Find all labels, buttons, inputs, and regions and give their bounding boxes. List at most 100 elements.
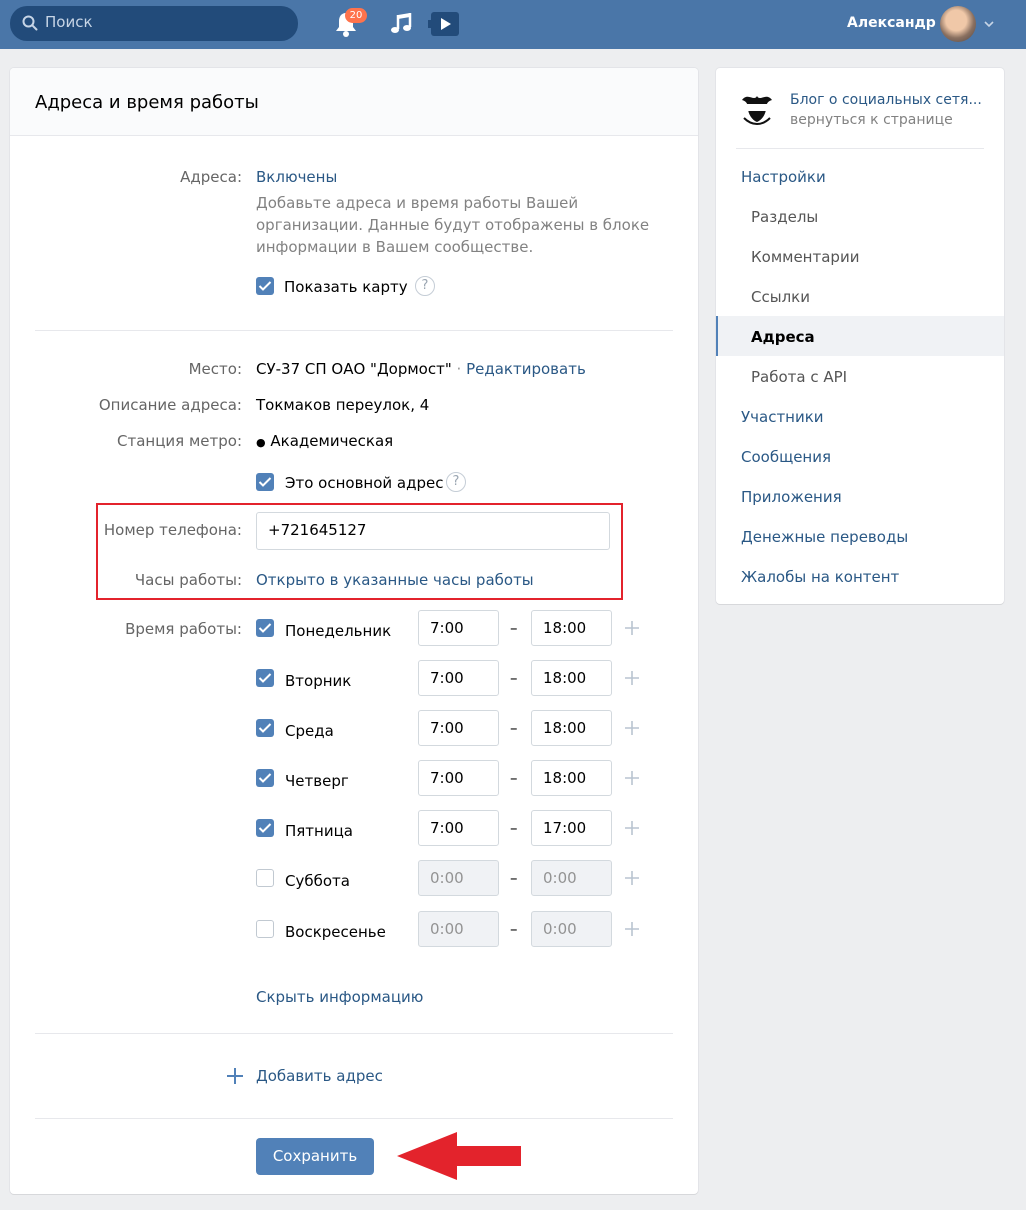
avatar[interactable] [940,6,976,42]
sidebar-item-settings[interactable]: Настройки [741,168,826,186]
edit-place-link[interactable]: Редактировать [466,360,586,378]
day-checkbox[interactable] [256,869,274,887]
sidebar-item-reports[interactable]: Жалобы на контент [741,568,899,586]
divider [35,1118,673,1119]
time-to-input[interactable]: 0:00 [531,860,612,896]
add-address-link[interactable]: Добавить адрес [256,1067,383,1085]
time-from-input[interactable]: 7:00 [418,760,499,796]
dash: – [510,719,518,737]
page-title: Адреса и время работы [35,92,259,113]
settings-sidebar: Блог о социальных сетя... вернуться к ст… [716,68,1004,604]
time-to-input[interactable]: 18:00 [531,710,612,746]
divider [35,330,673,331]
dash: – [510,669,518,687]
plus-icon[interactable] [623,619,641,637]
time-to-input[interactable]: 18:00 [531,660,612,696]
day-name: Суббота [285,872,350,890]
checkmark-icon [258,623,272,633]
group-name-link[interactable]: Блог о социальных сетя... [790,92,982,108]
day-name: Среда [285,722,334,740]
sidebar-item-messages[interactable]: Сообщения [741,448,831,466]
sidebar-item-sections[interactable]: Разделы [751,208,818,226]
time-from-input[interactable]: 0:00 [418,860,499,896]
main-address-label[interactable]: Это основной адрес [285,474,443,492]
sidebar-item-apps[interactable]: Приложения [741,488,842,506]
arrow-left-icon [397,1132,521,1180]
addresses-toggle-link[interactable]: Включены [256,168,337,186]
help-icon[interactable]: ? [415,276,435,296]
time-from-input[interactable]: 7:00 [418,610,499,646]
user-name[interactable]: Александр [847,15,936,31]
time-to-input[interactable]: 18:00 [531,610,612,646]
day-checkbox[interactable] [256,719,274,737]
day-checkbox[interactable] [256,920,274,938]
card-header: Адреса и время работы [10,68,698,136]
metro-dot-icon: ● [256,436,266,449]
metro-value: ● Академическая [256,432,393,450]
dash: – [510,819,518,837]
plus-icon[interactable] [623,769,641,787]
day-checkbox[interactable] [256,819,274,837]
checkmark-icon [258,281,272,291]
checkmark-icon [258,723,272,733]
notification-badge: 20 [345,8,367,23]
dash: – [510,619,518,637]
video-icon[interactable] [428,11,460,37]
plus-icon[interactable] [623,920,641,938]
address-description-label: Описание адреса: [98,396,242,414]
sidebar-item-api[interactable]: Работа с API [751,368,847,386]
checkmark-icon [258,823,272,833]
sidebar-item-money-transfers[interactable]: Денежные переводы [741,528,908,546]
day-name: Воскресенье [285,923,386,941]
dash: – [510,869,518,887]
back-to-page-link[interactable]: вернуться к странице [790,112,953,128]
day-name: Вторник [285,672,352,690]
search-icon [22,15,38,31]
time-from-input[interactable]: 7:00 [418,810,499,846]
hide-info-link[interactable]: Скрыть информацию [256,988,423,1006]
day-name: Понедельник [285,622,392,640]
show-map-label[interactable]: Показать карту [284,278,408,296]
metro-station-name: Академическая [270,432,394,450]
sidebar-item-members[interactable]: Участники [741,408,824,426]
time-from-input[interactable]: 0:00 [418,911,499,947]
plus-icon[interactable] [623,719,641,737]
time-to-input[interactable]: 0:00 [531,911,612,947]
plus-icon[interactable] [623,869,641,887]
dash: – [510,769,518,787]
search-placeholder: Поиск [45,13,93,31]
checkmark-icon [258,773,272,783]
checkmark-icon [258,477,272,487]
plus-icon[interactable] [623,669,641,687]
day-checkbox[interactable] [256,769,274,787]
time-to-input[interactable]: 17:00 [531,810,612,846]
save-button[interactable]: Сохранить [256,1138,374,1175]
dash: – [510,920,518,938]
day-checkbox[interactable] [256,669,274,687]
time-from-input[interactable]: 7:00 [418,660,499,696]
time-from-input[interactable]: 7:00 [418,710,499,746]
address-description-value: Токмаков переулок, 4 [256,396,430,414]
main-address-checkbox[interactable] [256,473,274,491]
help-icon[interactable]: ? [446,472,466,492]
separator-dot: · [456,360,462,378]
plus-icon[interactable] [623,819,641,837]
sidebar-item-comments[interactable]: Комментарии [751,248,859,266]
metro-label: Станция метро: [117,432,242,450]
sidebar-item-links[interactable]: Ссылки [751,288,810,306]
highlight-frame [96,503,623,600]
time-to-input[interactable]: 18:00 [531,760,612,796]
search-box[interactable]: Поиск [10,6,298,41]
settings-card: Адреса и время работы Адреса: Включены Д… [10,68,698,1194]
addresses-description: Добавьте адреса и время работы Вашей орг… [256,194,650,256]
chevron-down-icon[interactable] [983,18,995,30]
group-logo[interactable] [736,86,778,128]
schedule-label: Время работы: [125,620,242,638]
music-icon[interactable] [390,11,414,37]
addresses-label: Адреса: [180,168,242,186]
day-name: Пятница [285,822,353,840]
show-map-checkbox[interactable] [256,277,274,295]
plus-icon[interactable] [225,1066,245,1086]
sidebar-item-addresses[interactable]: Адреса [751,328,815,346]
day-checkbox[interactable] [256,619,274,637]
